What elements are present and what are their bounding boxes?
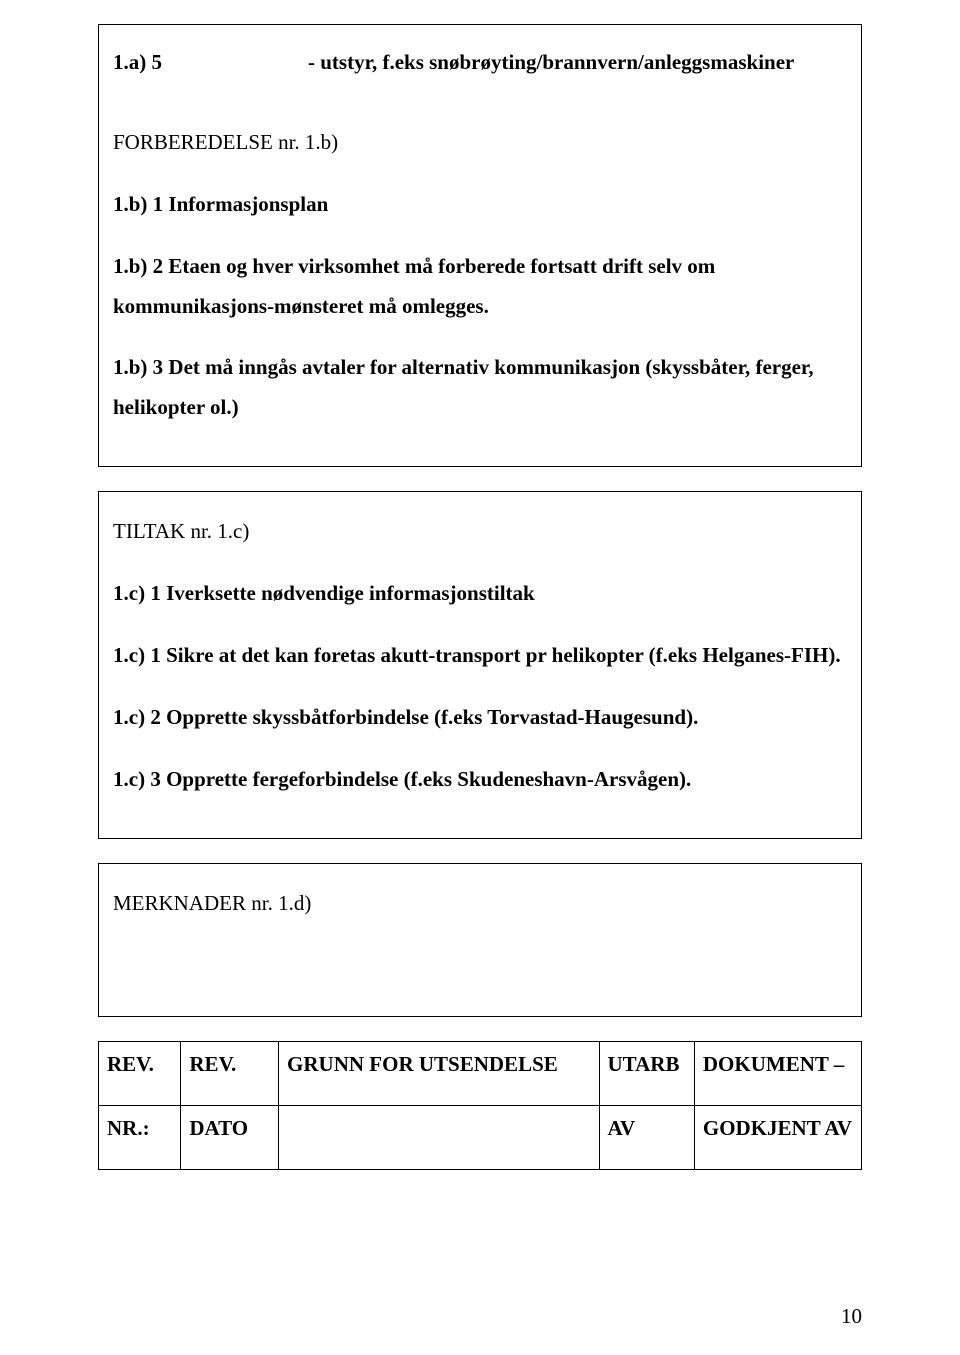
cell-dokument: GODKJENT AV xyxy=(694,1105,861,1169)
cell-grunn-head: GRUNN FOR UTSENDELSE xyxy=(279,1041,599,1105)
tiltak-title: TILTAK nr. 1.c) xyxy=(113,512,847,552)
forberedelse-item: 1.b) 1 Informasjonsplan xyxy=(113,185,847,225)
merknader-box: MERKNADER nr. 1.d) xyxy=(98,863,862,1017)
cell-rev-nr-head: REV. xyxy=(99,1041,181,1105)
cell-rev-nr: NR.: xyxy=(99,1105,181,1169)
tiltak-item: 1.c) 2 Opprette skyssbåtforbindelse (f.e… xyxy=(113,698,847,738)
tiltak-item: 1.c) 1 Sikre at det kan foretas akutt-tr… xyxy=(113,636,847,676)
forberedelse-box: 1.a) 5 - utstyr, f.eks snøbrøyting/brann… xyxy=(98,24,862,467)
forberedelse-item: 1.b) 3 Det må inngås avtaler for alterna… xyxy=(113,348,847,428)
cell-utarb-head: UTARB xyxy=(599,1041,694,1105)
table-row: REV. REV. GRUNN FOR UTSENDELSE UTARB DOK… xyxy=(99,1041,862,1105)
cell-dokument-head: DOKUMENT – xyxy=(694,1041,861,1105)
tiltak-box: TILTAK nr. 1.c) 1.c) 1 Iverksette nødven… xyxy=(98,491,862,838)
cell-grunn xyxy=(279,1105,599,1169)
line-1a: 1.a) 5 - utstyr, f.eks snøbrøyting/brann… xyxy=(113,43,847,83)
forberedelse-item: 1.b) 2 Etaen og hver virksomhet må forbe… xyxy=(113,247,847,327)
cell-utarb: AV xyxy=(599,1105,694,1169)
revision-table: REV. REV. GRUNN FOR UTSENDELSE UTARB DOK… xyxy=(98,1041,862,1170)
table-row: NR.: DATO AV GODKJENT AV xyxy=(99,1105,862,1169)
merknader-title: MERKNADER nr. 1.d) xyxy=(113,884,847,924)
page-number: 10 xyxy=(841,1304,862,1329)
cell-rev-dato: DATO xyxy=(181,1105,279,1169)
tiltak-item: 1.c) 3 Opprette fergeforbindelse (f.eks … xyxy=(113,760,847,800)
forberedelse-title: FORBEREDELSE nr. 1.b) xyxy=(113,123,847,163)
cell-rev-dato-head: REV. xyxy=(181,1041,279,1105)
line-1a-right: - utstyr, f.eks snøbrøyting/brannvern/an… xyxy=(308,43,794,83)
tiltak-item: 1.c) 1 Iverksette nødvendige informasjon… xyxy=(113,574,847,614)
line-1a-left: 1.a) 5 xyxy=(113,43,308,83)
